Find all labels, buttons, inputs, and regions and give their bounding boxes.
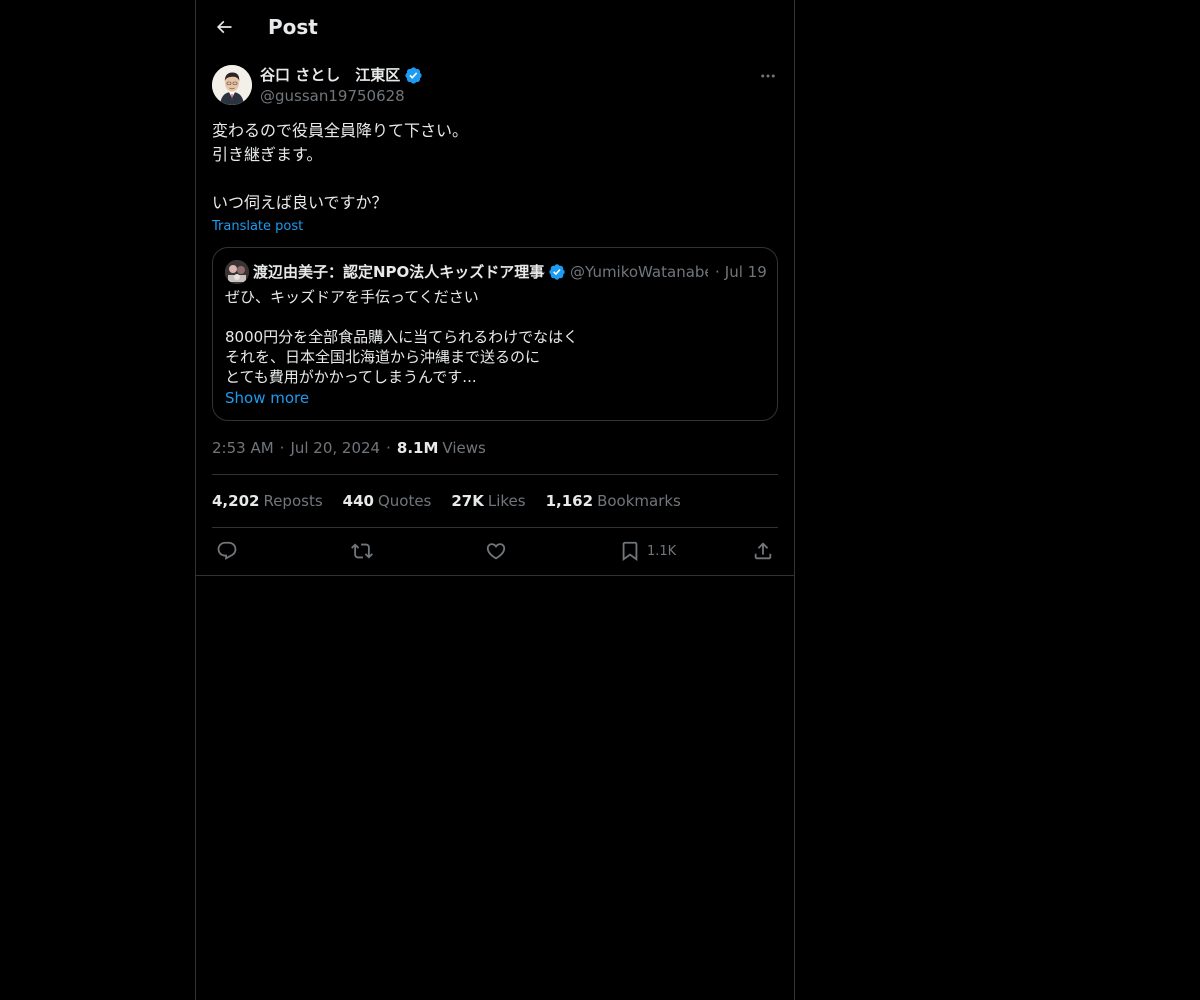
quoted-post-header: 渡辺由美子：認定NPO法人キッズドア理事長 @YumikoWatanabe_ ·… — [253, 261, 768, 283]
quoted-text-line: 8000円分を全部食品購入に当てられるわけでなはく — [225, 328, 579, 346]
bookmarks-label: Bookmarks — [597, 492, 681, 510]
author-name-text: 谷口 さとし 江東区 — [260, 66, 401, 84]
bookmark-icon — [622, 541, 638, 562]
quotes-stat[interactable]: 440 Quotes — [343, 491, 432, 511]
bookmarks-stat[interactable]: 1,162 Bookmarks — [546, 491, 681, 511]
quoted-verified-badge — [548, 263, 566, 281]
post-text-line: 引き継ぎます。 — [212, 145, 323, 164]
quotes-count: 440 — [342, 492, 374, 510]
views-count: 8.1M — [396, 439, 439, 457]
verified-badge-icon — [405, 66, 422, 84]
post-text-line: 変わるので役員全員降りて下さい。 — [212, 121, 469, 140]
translate-post-link[interactable]: Translate post — [212, 218, 303, 236]
post-date[interactable]: Jul 20, 2024 — [290, 438, 380, 458]
post-meta: 2:53 AM · Jul 20, 2024 · 8.1M Views — [212, 438, 486, 458]
likes-stat[interactable]: 27K Likes — [451, 491, 525, 511]
author-handle[interactable]: @gussan19750628 — [260, 86, 405, 106]
author-avatar-image — [212, 65, 252, 105]
post-text-line: いつ伺えば良いですか？ — [212, 193, 388, 212]
divider — [212, 527, 778, 528]
reposts-stat[interactable]: 4,202 Reposts — [212, 491, 323, 511]
quoted-post-date[interactable]: Jul 19 — [725, 261, 767, 283]
verified-badge-icon — [549, 264, 565, 280]
post-text: 変わるので役員全員降りて下さい。 引き継ぎます。 いつ伺えば良いですか？ — [212, 119, 778, 215]
heart-icon — [486, 543, 506, 560]
post-header: Post — [196, 0, 794, 54]
views-label: Views — [442, 439, 486, 457]
more-button[interactable] — [756, 64, 780, 88]
reposts-count: 4,202 — [212, 492, 260, 510]
quoted-author-name[interactable]: 渡辺由美子：認定NPO法人キッズドア理事長 — [253, 261, 545, 283]
author-name[interactable]: 谷口 さとし 江東区 — [260, 65, 423, 85]
back-button[interactable] — [208, 11, 240, 43]
more-horizontal-icon — [761, 74, 775, 78]
quoted-post-text: ぜひ、キッズドアを手伝ってください 8000円分を全部食品購入に当てられるわけで… — [225, 287, 765, 387]
bookmark-button[interactable]: 1.1K — [619, 539, 676, 563]
quoted-author-handle: @YumikoWatanabe_ — [570, 263, 708, 281]
share-icon — [754, 542, 772, 560]
reply-icon — [217, 541, 237, 560]
quotes-label: Quotes — [377, 492, 432, 510]
quoted-author-avatar[interactable] — [225, 260, 249, 284]
meta-separator: · — [386, 439, 391, 457]
show-more-link[interactable]: Show more — [225, 388, 309, 408]
meta-separator: · — [279, 439, 285, 457]
bookmark-count: 1.1K — [647, 543, 677, 559]
quoted-separator: · — [715, 263, 720, 281]
post-time[interactable]: 2:53 AM — [212, 438, 274, 458]
quoted-text-line — [225, 307, 765, 327]
post-text-line — [212, 167, 778, 191]
like-button[interactable] — [485, 539, 507, 563]
likes-count: 27K — [451, 492, 484, 510]
post-bottom-border — [196, 575, 794, 576]
reposts-label: Reposts — [263, 492, 323, 510]
quoted-text-line: それを、日本全国北海道から沖縄まで送るのに — [225, 348, 541, 366]
repost-button[interactable] — [351, 539, 373, 563]
bookmarks-count: 1,162 — [545, 492, 594, 510]
engagement-stats: 4,202 Reposts 440 Quotes 27K Likes 1,162 Boo… — [212, 491, 681, 511]
reply-button[interactable] — [216, 539, 238, 563]
page-title: Post — [268, 15, 318, 39]
quoted-text-line: とても費用がかかってしまうんです... — [225, 368, 477, 386]
share-button[interactable] — [752, 539, 774, 563]
arrow-left-icon — [216, 20, 232, 34]
quoted-avatar-image — [225, 260, 249, 284]
quoted-post-card[interactable]: 渡辺由美子：認定NPO法人キッズドア理事長 @YumikoWatanabe_ ·… — [212, 247, 778, 421]
author-avatar[interactable] — [212, 65, 252, 105]
repost-icon — [351, 543, 373, 559]
quoted-text-line: ぜひ、キッズドアを手伝ってください — [225, 288, 479, 306]
likes-label: Likes — [487, 492, 526, 510]
post-column: Post 谷口 さとし 江東区 @gussan19750628 変わるので役員全… — [195, 0, 795, 1000]
divider — [212, 474, 778, 475]
